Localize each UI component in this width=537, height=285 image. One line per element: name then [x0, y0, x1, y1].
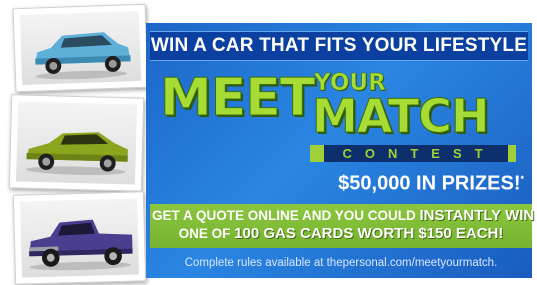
promo-instantly-win: INSTANTLY WIN: [419, 207, 535, 224]
contest-label: CONTEST: [342, 146, 496, 161]
purple-pickup-truck-icon: [29, 219, 133, 271]
car-photo-purple-truck: [12, 191, 147, 285]
prizes-text: $50,000 IN PRIZES!*: [300, 166, 524, 197]
prizes-asterisk: *: [520, 174, 524, 184]
promo-line-2: ONE OF 100 GAS CARDS WORTH $150 EACH!: [152, 225, 530, 242]
green-sedan-icon: [26, 132, 128, 175]
blue-suv-icon: [35, 32, 131, 80]
headline: WIN A CAR THAT FITS YOUR LIFESTYLE: [150, 31, 528, 61]
promo-gas-cards: 100 GAS CARDS WORTH $150 EACH!: [234, 225, 504, 242]
contest-accent-right: [508, 145, 516, 162]
promo-line-2-text: ONE OF: [178, 226, 235, 241]
contest-accent-left: [310, 145, 324, 162]
rules-text: Complete rules available at thepersonal.…: [184, 257, 498, 269]
car-photo-blue-suv: [12, 3, 149, 93]
contest-bar: CONTEST: [310, 145, 516, 162]
car-photo-green-sedan: [8, 94, 145, 192]
promo-line-1-text: GET A QUOTE ONLINE AND YOU COULD: [152, 208, 420, 223]
prizes-amount: $50,000 IN PRIZES!: [338, 172, 521, 195]
logo-match: MATCH: [311, 89, 489, 143]
logo-meet: MEET: [159, 68, 315, 128]
promo-line-1: GET A QUOTE ONLINE AND YOU COULD INSTANT…: [152, 207, 534, 224]
